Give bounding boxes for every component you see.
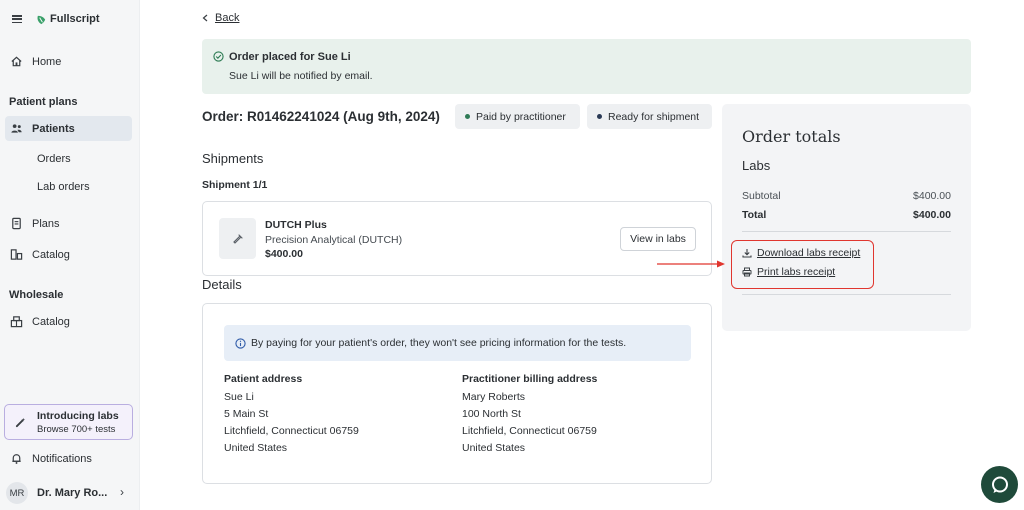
chevron-right-icon[interactable]: › xyxy=(120,485,124,499)
order-title: Order: R01462241024 (Aug 9th, 2024) xyxy=(202,109,440,124)
patient-address-line: 5 Main St xyxy=(224,408,269,420)
menu-icon[interactable] xyxy=(12,15,22,24)
subtotal-value: $400.00 xyxy=(913,190,951,202)
home-icon xyxy=(11,56,22,67)
chevron-left-icon xyxy=(202,14,208,22)
section-wholesale: Wholesale xyxy=(9,289,64,301)
view-in-labs-button[interactable]: View in labs xyxy=(620,227,696,251)
item-vendor: Precision Analytical (DUTCH) xyxy=(265,234,403,246)
divider xyxy=(742,231,951,232)
bell-icon xyxy=(12,454,21,464)
plans-icon xyxy=(12,217,21,230)
annotation-arrow-icon xyxy=(657,260,725,268)
sidebar-item-label: Notifications xyxy=(32,452,92,465)
total-value: $400.00 xyxy=(913,209,951,221)
avatar[interactable]: MR xyxy=(6,482,28,504)
brand: Fullscript xyxy=(12,13,100,25)
status-dot xyxy=(465,114,470,119)
brand-name: Fullscript xyxy=(50,13,100,25)
info-icon xyxy=(235,337,246,349)
order-totals-panel: Order totals Labs Subtotal $400.00 Total… xyxy=(722,104,971,331)
patient-address-heading: Patient address xyxy=(224,373,303,385)
sidebar-item-label: Home xyxy=(32,55,62,68)
sidebar-item-label: Patients xyxy=(32,122,75,135)
user-name[interactable]: Dr. Mary Ro... xyxy=(37,487,107,499)
promo-title: Introducing labs xyxy=(37,409,119,422)
sidebar-item-notifications[interactable]: Notifications xyxy=(10,452,92,465)
subtotal-label: Subtotal xyxy=(742,190,781,202)
sidebar-item-orders[interactable]: Orders xyxy=(37,153,71,165)
sidebar-item-wholesale-catalog[interactable]: Catalog xyxy=(10,315,70,328)
status-dot xyxy=(597,114,602,119)
logo[interactable]: Fullscript xyxy=(36,13,100,25)
billing-address-line: United States xyxy=(462,442,526,454)
billing-address-line: Mary Roberts xyxy=(462,391,526,403)
sidebar-item-lab-orders[interactable]: Lab orders xyxy=(37,181,90,193)
divider xyxy=(742,294,951,295)
sidebar-item-label: Catalog xyxy=(32,248,70,261)
subtotal-row: Subtotal $400.00 xyxy=(742,190,951,202)
sidebar-item-label: Plans xyxy=(32,217,60,230)
receipt-highlight-box xyxy=(731,240,874,289)
shipment-card: DUTCH Plus Precision Analytical (DUTCH) … xyxy=(202,201,712,276)
shipments-heading: Shipments xyxy=(202,151,264,166)
status-badge-ready: Ready for shipment xyxy=(587,104,712,129)
sidebar: Fullscript Home Patient plans Patients O… xyxy=(0,0,140,510)
chat-button[interactable] xyxy=(981,466,1018,503)
sidebar-item-catalog[interactable]: Catalog xyxy=(10,248,70,261)
sidebar-item-patients[interactable]: Patients xyxy=(10,122,75,135)
billing-address-line: Litchfield, Connecticut 06759 xyxy=(462,425,597,437)
alert-title: Order placed for Sue Li xyxy=(229,51,351,63)
total-row: Total $400.00 xyxy=(742,209,951,221)
details-card: By paying for your patient's order, they… xyxy=(202,303,712,484)
patients-icon xyxy=(11,124,22,133)
wholesale-catalog-icon xyxy=(10,316,23,328)
chat-icon xyxy=(991,476,1008,493)
wand-icon xyxy=(15,417,26,427)
test-tube-icon xyxy=(219,218,256,259)
item-price: $400.00 xyxy=(265,248,303,260)
patient-address-line: Litchfield, Connecticut 06759 xyxy=(224,425,359,437)
catalog-icon xyxy=(10,249,23,260)
badge-label: Paid by practitioner xyxy=(476,110,566,123)
sidebar-item-home[interactable]: Home xyxy=(10,55,61,68)
alert-text: Sue Li will be notified by email. xyxy=(229,70,373,82)
success-alert: Order placed for Sue Li Sue Li will be n… xyxy=(202,39,971,94)
item-name: DUTCH Plus xyxy=(265,219,327,231)
leaf-logo-icon xyxy=(37,15,46,24)
promo-introducing-labs[interactable]: Introducing labs Browse 700+ tests xyxy=(4,404,133,440)
totals-title: Order totals xyxy=(742,127,841,146)
details-heading: Details xyxy=(202,277,242,292)
shipment-count: Shipment 1/1 xyxy=(202,179,268,191)
section-patient-plans: Patient plans xyxy=(9,96,78,108)
sidebar-item-label: Catalog xyxy=(32,315,70,328)
status-badge-paid: Paid by practitioner xyxy=(455,104,580,129)
back-label: Back xyxy=(215,12,240,24)
patient-address-line: Sue Li xyxy=(224,391,254,403)
info-text: By paying for your patient's order, they… xyxy=(251,337,627,349)
check-circle-icon xyxy=(213,51,224,62)
pricing-info-banner: By paying for your patient's order, they… xyxy=(224,325,691,361)
billing-address-line: 100 North St xyxy=(462,408,521,420)
patient-address-line: United States xyxy=(224,442,288,454)
totals-section-labs: Labs xyxy=(742,158,771,173)
back-link[interactable]: Back xyxy=(202,12,239,24)
sidebar-item-plans[interactable]: Plans xyxy=(10,217,60,230)
billing-address-heading: Practitioner billing address xyxy=(462,373,598,385)
promo-subtitle: Browse 700+ tests xyxy=(37,423,116,435)
total-label: Total xyxy=(742,209,767,221)
badge-label: Ready for shipment xyxy=(608,110,700,123)
